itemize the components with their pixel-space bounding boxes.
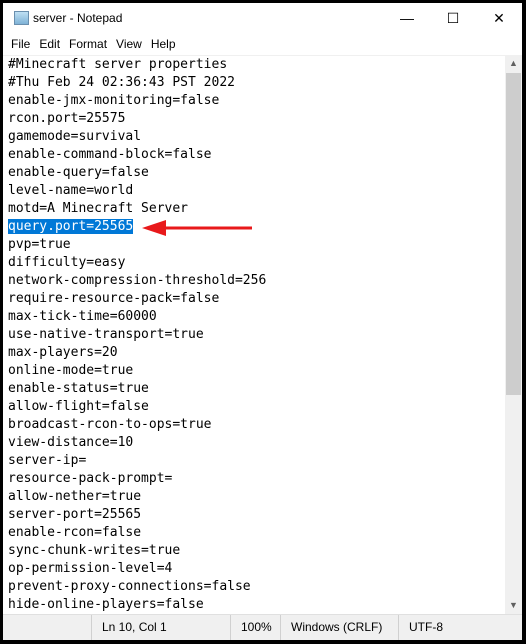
encoding: UTF-8 [398,615,443,640]
line-text: enable-status=true [8,381,149,396]
line-text: rcon.port=25575 [8,111,126,126]
title-bar: server - Notepad — ☐ ✕ [3,3,522,33]
text-line: view-distance=10 [3,434,505,452]
line-text: motd=A Minecraft Server [8,201,189,216]
text-line: resource-pack-prompt= [3,470,505,488]
line-text: difficulty=easy [8,255,126,270]
status-bar: Ln 10, Col 1 100% Windows (CRLF) UTF-8 [3,614,522,640]
text-line: enable-jmx-monitoring=false [3,92,505,110]
text-line: enable-rcon=false [3,524,505,542]
line-text: server-port=25565 [8,507,142,522]
line-ending: Windows (CRLF) [280,615,382,640]
line-text: use-native-transport=true [8,327,204,342]
text-line: network-compression-threshold=256 [3,272,505,290]
text-line: online-mode=true [3,362,505,380]
line-text: resource-pack-prompt= [8,471,173,486]
text-line: server-ip= [3,452,505,470]
line-text: network-compression-threshold=256 [8,273,267,288]
text-line: gamemode=survival [3,128,505,146]
selected-text: query.port=25565 [8,219,134,234]
line-text: enable-rcon=false [8,525,142,540]
text-line: hide-online-players=false [3,596,505,614]
line-text: online-mode=true [8,363,134,378]
menu-edit[interactable]: Edit [36,33,66,54]
window-title: server - Notepad [33,11,123,25]
line-text: max-players=20 [8,345,118,360]
menu-view[interactable]: View [113,33,148,54]
menu-file[interactable]: File [8,33,36,54]
text-line: motd=A Minecraft Server [3,200,505,218]
zoom-level: 100% [230,615,272,640]
text-line: enable-status=true [3,380,505,398]
line-text: broadcast-rcon-to-ops=true [8,417,212,432]
menu-format[interactable]: Format [66,33,113,54]
text-line: #Thu Feb 24 02:36:43 PST 2022 [3,74,505,92]
line-text: allow-nether=true [8,489,142,504]
line-text: gamemode=survival [8,129,142,144]
text-line: broadcast-rcon-to-ops=true [3,416,505,434]
minimize-button[interactable]: — [384,3,430,33]
menu-help[interactable]: Help [148,33,182,54]
text-line: #Minecraft server properties [3,56,505,74]
text-line: difficulty=easy [3,254,505,272]
line-text: require-resource-pack=false [8,291,220,306]
line-text: enable-command-block=false [8,147,212,162]
text-line: level-name=world [3,182,505,200]
scroll-up-icon[interactable]: ▲ [505,55,522,72]
line-text: prevent-proxy-connections=false [8,579,251,594]
text-line: allow-nether=true [3,488,505,506]
text-editor[interactable]: #Minecraft server properties #Thu Feb 24 … [3,55,505,614]
text-line: use-native-transport=true [3,326,505,344]
cursor-position: Ln 10, Col 1 [91,615,167,640]
close-button[interactable]: ✕ [476,3,522,33]
scrollbar-thumb[interactable] [506,73,521,395]
text-line: allow-flight=false [3,398,505,416]
vertical-scrollbar[interactable]: ▲ ▼ [505,55,522,614]
line-text: view-distance=10 [8,435,134,450]
notepad-icon [14,11,29,25]
text-line: rcon.port=25575 [3,110,505,128]
line-text: enable-jmx-monitoring=false [8,93,220,108]
text-line: require-resource-pack=false [3,290,505,308]
line-text: op-permission-level=4 [8,561,173,576]
text-line: max-tick-time=60000 [3,308,505,326]
line-text: enable-query=false [8,165,149,180]
notepad-window: server - Notepad — ☐ ✕ File Edit Format … [3,3,522,640]
maximize-button[interactable]: ☐ [430,3,476,33]
line-text: #Minecraft server properties [8,57,228,72]
line-text: server-ip= [8,453,87,468]
text-line: server-port=25565 [3,506,505,524]
text-line: max-players=20 [3,344,505,362]
line-text: allow-flight=false [8,399,149,414]
text-line: prevent-proxy-connections=false [3,578,505,596]
scroll-down-icon[interactable]: ▼ [505,597,522,614]
text-line: sync-chunk-writes=true [3,542,505,560]
line-text: hide-online-players=false [8,597,204,612]
line-text: #Thu Feb 24 02:36:43 PST 2022 [8,75,235,90]
text-line: op-permission-level=4 [3,560,505,578]
line-text: level-name=world [8,183,134,198]
line-text: max-tick-time=60000 [8,309,157,324]
menu-bar: File Edit Format View Help [3,33,522,54]
red-arrow-annotation [142,220,252,236]
text-line: enable-command-block=false [3,146,505,164]
line-text: pvp=true [8,237,71,252]
text-line: enable-query=false [3,164,505,182]
line-text: sync-chunk-writes=true [8,543,181,558]
